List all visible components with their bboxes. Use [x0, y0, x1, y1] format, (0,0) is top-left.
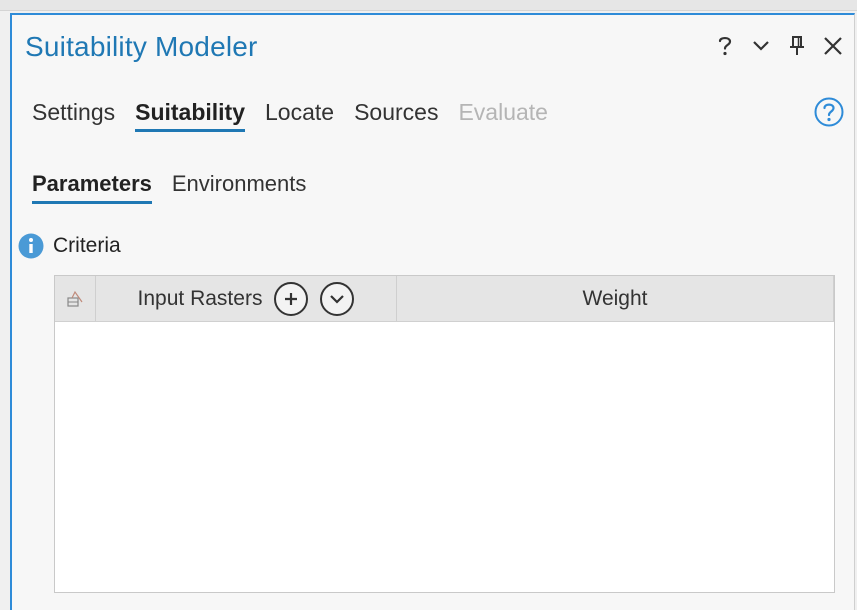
- weight-header-label: Weight: [582, 286, 648, 310]
- tab-environments[interactable]: Environments: [172, 171, 307, 204]
- tab-suitability[interactable]: Suitability: [135, 99, 245, 132]
- input-rasters-header-label: Input Rasters: [137, 286, 263, 310]
- suitability-modeler-pane: Suitability Modeler Settings Suitability…: [10, 13, 855, 610]
- criteria-section-header: Criteria: [18, 233, 121, 259]
- column-header-input-rasters: Input Rasters: [96, 276, 397, 321]
- row-selector-icon: [67, 290, 83, 307]
- top-strip: [0, 0, 857, 11]
- close-icon[interactable]: [822, 33, 844, 59]
- help-icon[interactable]: [814, 97, 844, 127]
- criteria-table: Input Rasters Weight: [54, 275, 835, 593]
- info-icon[interactable]: [18, 233, 44, 259]
- tab-parameters[interactable]: Parameters: [32, 171, 152, 204]
- plus-icon: [285, 292, 298, 305]
- chevron-down-icon[interactable]: [750, 33, 772, 59]
- tab-evaluate: Evaluate: [458, 99, 548, 125]
- tab-locate[interactable]: Locate: [265, 99, 334, 132]
- raster-options-button[interactable]: [320, 281, 355, 316]
- sub-tabs: Parameters Environments: [32, 171, 306, 204]
- criteria-table-header: Input Rasters Weight: [55, 276, 834, 322]
- criteria-label: Criteria: [53, 234, 121, 257]
- window-controls: [714, 33, 844, 59]
- pane-title: Suitability Modeler: [25, 31, 258, 62]
- main-tabs: Settings Suitability Locate Sources Eval…: [32, 99, 548, 132]
- question-mark-icon[interactable]: [714, 33, 736, 59]
- tab-settings[interactable]: Settings: [32, 99, 115, 132]
- pin-icon[interactable]: [786, 33, 808, 59]
- tab-sources[interactable]: Sources: [354, 99, 438, 132]
- add-raster-button[interactable]: [274, 281, 309, 316]
- chevron-down-icon: [330, 294, 345, 304]
- select-all-cell[interactable]: [55, 276, 96, 321]
- column-header-weight: Weight: [397, 276, 834, 321]
